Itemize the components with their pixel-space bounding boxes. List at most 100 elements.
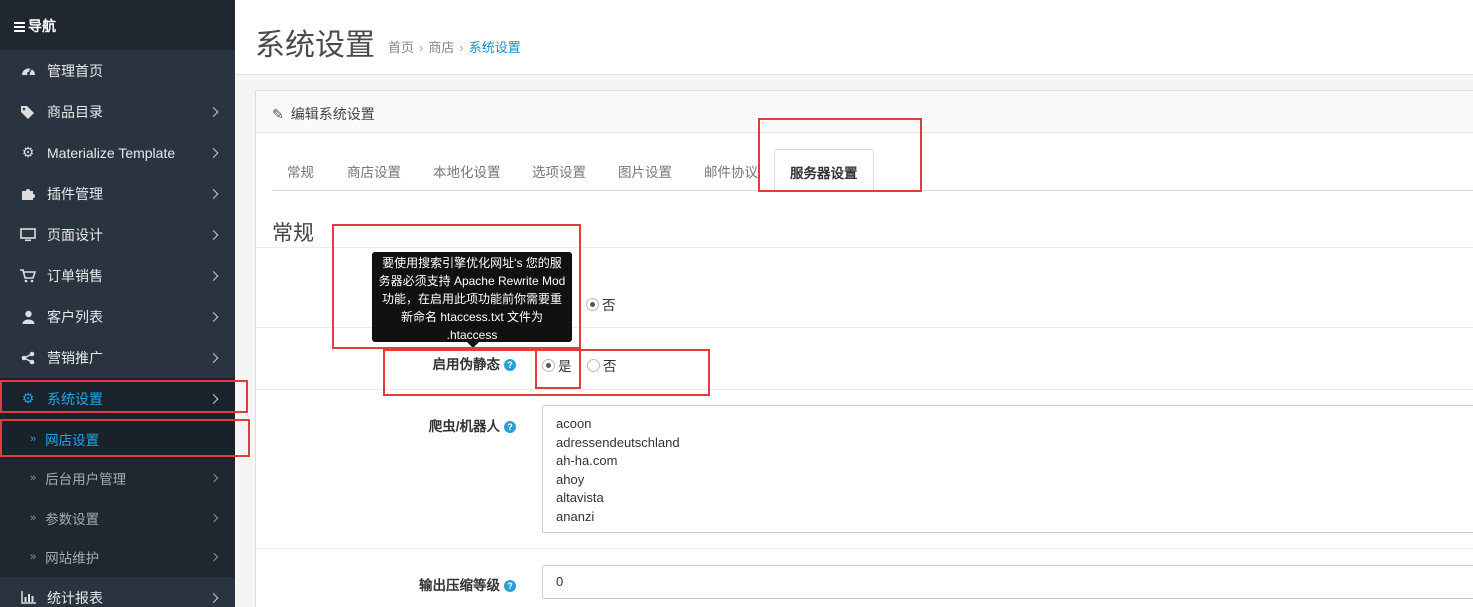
sidebar-item-catalog[interactable]: 商品目录 (0, 91, 235, 132)
chevron-right-icon (208, 311, 219, 322)
sidebar-item-plugins[interactable]: 插件管理 (0, 173, 235, 214)
double-chevron-icon: » (30, 432, 37, 445)
chevron-right-icon (208, 229, 219, 240)
seo-url-label-text: 启用伪静态 (432, 357, 501, 372)
divider (256, 389, 1473, 390)
help-icon[interactable]: ? (504, 580, 516, 592)
sidebar-subitem-store-settings[interactable]: » 网店设置 (0, 419, 235, 459)
chevron-right-icon (208, 147, 219, 158)
page-header: 系统设置 首页 › 商店 › 系统设置 (235, 0, 1473, 75)
sidebar-item-label: 插件管理 (47, 185, 103, 202)
chevron-right-icon (208, 592, 219, 603)
sidebar-item-system-settings[interactable]: ⚙ 系统设置 (0, 378, 235, 419)
sidebar-item-reports[interactable]: 统计报表 (0, 577, 235, 607)
sidebar-item-label: Materialize Template (47, 144, 176, 161)
breadcrumb-separator: › (459, 40, 464, 55)
dashboard-icon (18, 64, 38, 77)
breadcrumb-store[interactable]: 商店 (428, 40, 454, 55)
divider (256, 247, 1473, 248)
help-icon[interactable]: ? (504, 359, 516, 371)
tags-icon (18, 105, 38, 119)
sidebar-item-label: 商品目录 (47, 103, 103, 120)
row1-no-radio[interactable]: 否 (586, 294, 616, 314)
cart-icon (18, 268, 38, 283)
settings-tabs: 常规 商店设置 本地化设置 选项设置 图片设置 邮件协议 服务器设置 (272, 149, 1473, 192)
robots-line: adressendeutschland (556, 434, 680, 450)
sidebar: 导航 管理首页 商品目录 ⚙ Materialize Template 插件管理… (0, 0, 235, 607)
sidebar-item-orders[interactable]: 订单销售 (0, 255, 235, 296)
breadcrumb: 首页 › 商店 › 系统设置 (388, 37, 521, 56)
sidebar-subitem-label: 网店设置 (45, 432, 100, 448)
breadcrumb-separator: › (419, 40, 424, 55)
menu-icon (14, 20, 25, 34)
robots-textarea[interactable]: acoon adressendeutschland ah-ha.com ahoy… (542, 405, 1473, 533)
seo-yes-radio[interactable]: 是 (542, 355, 572, 375)
sidebar-item-label: 统计报表 (47, 589, 103, 606)
sidebar-item-marketing[interactable]: 营销推广 (0, 337, 235, 378)
tab-option[interactable]: 选项设置 (532, 161, 586, 181)
section-title: 常规 (272, 222, 314, 245)
cogs-icon: ⚙ (21, 144, 35, 160)
sidebar-item-materialize[interactable]: ⚙ Materialize Template (0, 132, 235, 173)
panel-heading-label: 编辑系统设置 (290, 106, 375, 122)
seo-url-label: 启用伪静态? (376, 353, 516, 373)
sidebar-subitem-label: 参数设置 (45, 511, 100, 527)
chevron-right-icon (209, 553, 219, 562)
sidebar-item-customers[interactable]: 客户列表 (0, 296, 235, 337)
tab-localisation[interactable]: 本地化设置 (433, 161, 501, 181)
robots-line: acoon (556, 416, 592, 431)
radio-dot (587, 358, 600, 372)
sidebar-item-label: 客户列表 (47, 308, 103, 325)
chevron-right-icon (209, 474, 219, 483)
breadcrumb-home[interactable]: 首页 (388, 40, 414, 55)
sidebar-subitem-maintenance[interactable]: » 网站维护 (0, 537, 235, 577)
nav-header-label: 导航 (28, 18, 56, 34)
tab-server[interactable]: 服务器设置 (774, 149, 874, 192)
seo-no-label: 否 (603, 359, 617, 374)
chevron-right-icon (208, 188, 219, 199)
sidebar-item-dashboard[interactable]: 管理首页 (0, 50, 235, 91)
tab-image[interactable]: 图片设置 (618, 161, 672, 181)
sidebar-item-label: 页面设计 (47, 226, 103, 243)
puzzle-icon (18, 187, 38, 201)
divider (256, 548, 1473, 549)
robots-label: 爬虫/机器人? (376, 415, 516, 435)
chevron-right-icon (208, 393, 219, 404)
sidebar-item-label: 订单销售 (47, 267, 103, 284)
tab-store[interactable]: 商店设置 (347, 161, 401, 181)
share-icon (18, 351, 38, 365)
compression-input[interactable]: 0 (542, 565, 1473, 599)
panel-heading: ✎ 编辑系统设置 (256, 91, 1473, 133)
sidebar-subitem-admin-users[interactable]: » 后台用户管理 (0, 458, 235, 498)
tab-mail[interactable]: 邮件协议 (704, 161, 758, 181)
desktop-icon (18, 227, 38, 242)
sidebar-item-label: 营销推广 (47, 349, 103, 366)
tab-general[interactable]: 常规 (287, 161, 314, 181)
compression-label: 输出压缩等级? (376, 574, 516, 594)
breadcrumb-current[interactable]: 系统设置 (469, 40, 521, 55)
seo-tooltip: 要使用搜索引擎优化网址's 您的服务器必须支持 Apache Rewrite M… (372, 252, 572, 348)
robots-line: ahoy (556, 471, 585, 487)
sidebar-item-label: 系统设置 (47, 390, 103, 407)
seo-yes-label: 是 (558, 359, 572, 374)
sidebar-subitem-label: 网站维护 (45, 551, 100, 567)
seo-no-radio[interactable]: 否 (587, 355, 617, 375)
chevron-right-icon (209, 513, 219, 522)
gear-icon: ⚙ (21, 390, 35, 406)
chevron-right-icon (208, 106, 219, 117)
nav-header[interactable]: 导航 (0, 0, 235, 50)
robots-label-text: 爬虫/机器人 (428, 419, 500, 434)
settings-panel: ✎ 编辑系统设置 常规 商店设置 本地化设置 选项设置 图片设置 邮件协议 服务器… (255, 90, 1473, 607)
compression-label-text: 输出压缩等级 (419, 578, 500, 593)
help-icon[interactable]: ? (504, 421, 516, 433)
robots-line: altavista (556, 490, 604, 505)
sidebar-item-design[interactable]: 页面设计 (0, 214, 235, 255)
row1-no-label: 否 (602, 298, 616, 313)
robots-line: ah-ha.com (556, 453, 618, 468)
double-chevron-icon: » (30, 551, 37, 564)
radio-dot (586, 297, 599, 311)
user-icon (18, 310, 38, 324)
sidebar-subitem-parameters[interactable]: » 参数设置 (0, 498, 235, 538)
page-title: 系统设置 (255, 29, 375, 62)
robots-line: ananzi (556, 508, 595, 524)
